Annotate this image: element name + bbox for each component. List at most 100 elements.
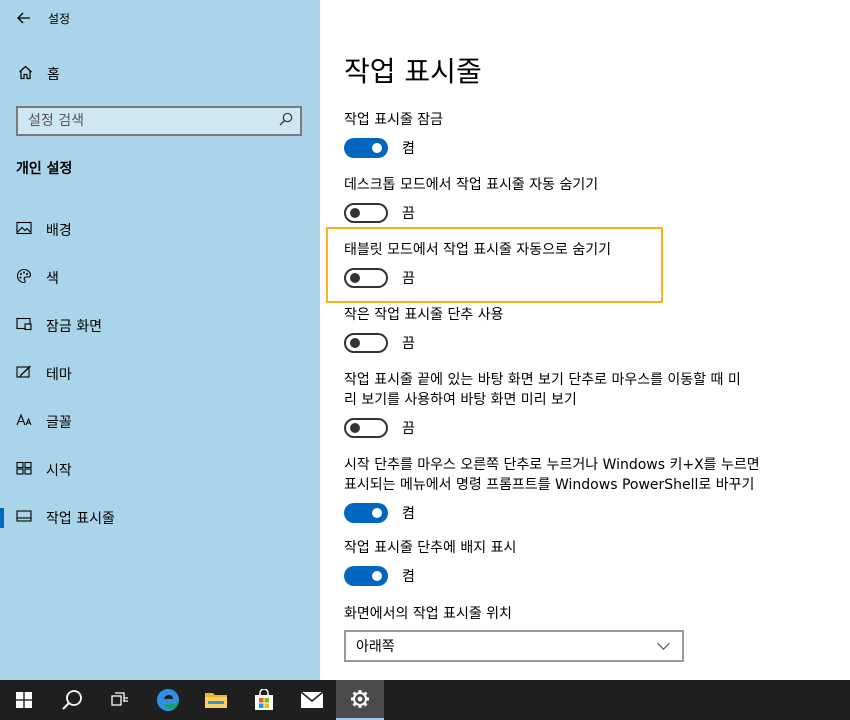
toggle-state-label: 켬 (402, 569, 415, 585)
sidebar-item-background[interactable]: 배경 (0, 206, 320, 254)
sidebar-item-start[interactable]: 시작 (0, 446, 320, 494)
setting-label: 작업 표시줄 단추에 배지 표시 (344, 540, 517, 556)
setting-peek: 작업 표시줄 끝에 있는 바탕 화면 보기 단추로 마우스를 이동할 때 미 리… (344, 370, 741, 438)
setting-autohide-desktop: 데스크톱 모드에서 작업 표시줄 자동 숨기기 끔 (344, 175, 598, 223)
toggle-knob (350, 273, 360, 283)
setting-powershell: 시작 단추를 마우스 오른쪽 단추로 누르거나 Windows 키+X를 누르면… (344, 455, 760, 523)
badges-toggle[interactable] (344, 566, 388, 586)
start-icon (16, 461, 32, 479)
toggle-row: 끔 (344, 418, 741, 438)
setting-badges: 작업 표시줄 단추에 배지 표시 켬 (344, 538, 516, 586)
toggle-row: 켬 (344, 503, 760, 523)
sidebar-item-color[interactable]: 색 (0, 254, 320, 302)
store-icon (255, 689, 273, 710)
start-button[interactable] (0, 680, 48, 720)
title-bar: 설정 (0, 0, 320, 36)
palette-icon (16, 268, 32, 288)
sidebar-item-taskbar[interactable]: 작업 표시줄 (0, 494, 320, 542)
active-indicator (0, 508, 4, 528)
setting-label: 데스크톱 모드에서 작업 표시줄 자동 숨기기 (344, 177, 599, 193)
windows-start-icon (16, 692, 32, 708)
sidebar-item-label: 색 (46, 271, 59, 287)
file-explorer-button[interactable] (192, 680, 240, 720)
dropdown-value: 아래쪽 (356, 639, 395, 655)
font-icon (16, 413, 32, 431)
taskbar-icon (16, 510, 32, 526)
search-icon (62, 690, 82, 710)
autohide-tablet-toggle[interactable] (344, 268, 388, 288)
file-explorer-icon (205, 693, 227, 708)
settings-gear-icon (351, 690, 369, 708)
mail-button[interactable] (288, 680, 336, 720)
back-arrow-icon (17, 12, 30, 24)
theme-icon (16, 365, 32, 383)
setting-lock-taskbar: 작업 표시줄 잠금 켬 (344, 110, 443, 158)
home-icon (17, 65, 33, 84)
setting-label-line1: 작업 표시줄 끝에 있는 바탕 화면 보기 단추로 마우스를 이동할 때 미 (344, 372, 741, 388)
taskbar-position-dropdown[interactable]: 아래쪽 (344, 630, 684, 662)
home-nav-item[interactable]: 홈 (0, 56, 320, 92)
sidebar-item-theme[interactable]: 테마 (0, 350, 320, 398)
peek-toggle[interactable] (344, 418, 388, 438)
page-title: 작업 표시줄 (344, 55, 482, 88)
main-content: 작업 표시줄 작업 표시줄 잠금 켬 데스크톱 모드에서 작업 표시줄 자동 숨… (320, 0, 850, 680)
sidebar: 설정 홈 개인 설정 배경 색 잠금 화면 (0, 0, 320, 680)
setting-label-line1: 시작 단추를 마우스 오른쪽 단추로 누르거나 Windows 키+X를 누르면 (344, 457, 760, 473)
toggle-row: 끔 (344, 333, 503, 353)
sidebar-item-label: 작업 표시줄 (46, 511, 115, 527)
sidebar-item-label: 글꼴 (46, 415, 72, 431)
back-button[interactable] (0, 0, 48, 36)
toggle-state-label: 켬 (402, 506, 415, 522)
small-buttons-toggle[interactable] (344, 333, 388, 353)
toggle-knob (350, 423, 360, 433)
search-icon[interactable] (272, 112, 300, 130)
toggle-state-label: 켬 (402, 141, 415, 157)
search-input[interactable] (18, 113, 272, 129)
lock-screen-icon (16, 317, 32, 335)
sidebar-item-lock-screen[interactable]: 잠금 화면 (0, 302, 320, 350)
task-view-button[interactable] (96, 680, 144, 720)
app-title: 설정 (48, 11, 71, 26)
windows-taskbar (0, 680, 850, 720)
task-view-icon (111, 692, 128, 706)
settings-taskbar-button[interactable] (336, 680, 384, 720)
toggle-knob (372, 508, 382, 518)
autohide-desktop-toggle[interactable] (344, 203, 388, 223)
powershell-toggle[interactable] (344, 503, 388, 523)
lock-taskbar-toggle[interactable] (344, 138, 388, 158)
section-title: 개인 설정 (16, 161, 73, 177)
taskbar-position-label: 화면에서의 작업 표시줄 위치 (344, 606, 512, 622)
sidebar-item-fonts[interactable]: 글꼴 (0, 398, 320, 446)
edge-button[interactable] (144, 680, 192, 720)
toggle-state-label: 끔 (402, 336, 415, 352)
toggle-state-label: 끔 (402, 271, 415, 287)
sidebar-nav: 배경 색 잠금 화면 테마 글꼴 시작 작업 표시줄 (0, 206, 320, 542)
setting-label: 태블릿 모드에서 작업 표시줄 자동으로 숨기기 (344, 242, 611, 258)
setting-label-line2: 표시되는 메뉴에서 명령 프롬프트를 Windows PowerShell로 바… (344, 477, 755, 493)
picture-icon (16, 221, 32, 239)
taskbar-search-button[interactable] (48, 680, 96, 720)
toggle-state-label: 끔 (402, 421, 415, 437)
edge-icon (157, 689, 179, 711)
sidebar-item-label: 테마 (46, 367, 72, 383)
setting-small-buttons: 작은 작업 표시줄 단추 사용 끔 (344, 305, 503, 353)
sidebar-item-label: 잠금 화면 (46, 319, 102, 335)
setting-label-line2: 리 보기를 사용하여 바탕 화면 미리 보기 (344, 392, 577, 408)
settings-search-box[interactable] (16, 106, 302, 136)
setting-autohide-tablet: 태블릿 모드에서 작업 표시줄 자동으로 숨기기 끔 (344, 240, 611, 288)
toggle-row: 끔 (344, 203, 598, 223)
toggle-knob (372, 571, 382, 581)
toggle-knob (350, 338, 360, 348)
sidebar-item-label: 시작 (46, 463, 72, 479)
sidebar-item-label: 배경 (46, 223, 72, 239)
setting-label: 작은 작업 표시줄 단추 사용 (344, 307, 504, 323)
home-label: 홈 (47, 67, 60, 83)
chevron-down-icon (657, 637, 670, 650)
toggle-state-label: 끔 (402, 206, 415, 222)
toggle-knob (350, 208, 360, 218)
toggle-row: 끔 (344, 268, 611, 288)
toggle-row: 켬 (344, 566, 516, 586)
setting-label: 작업 표시줄 잠금 (344, 112, 444, 128)
store-button[interactable] (240, 680, 288, 720)
mail-icon (300, 691, 324, 708)
